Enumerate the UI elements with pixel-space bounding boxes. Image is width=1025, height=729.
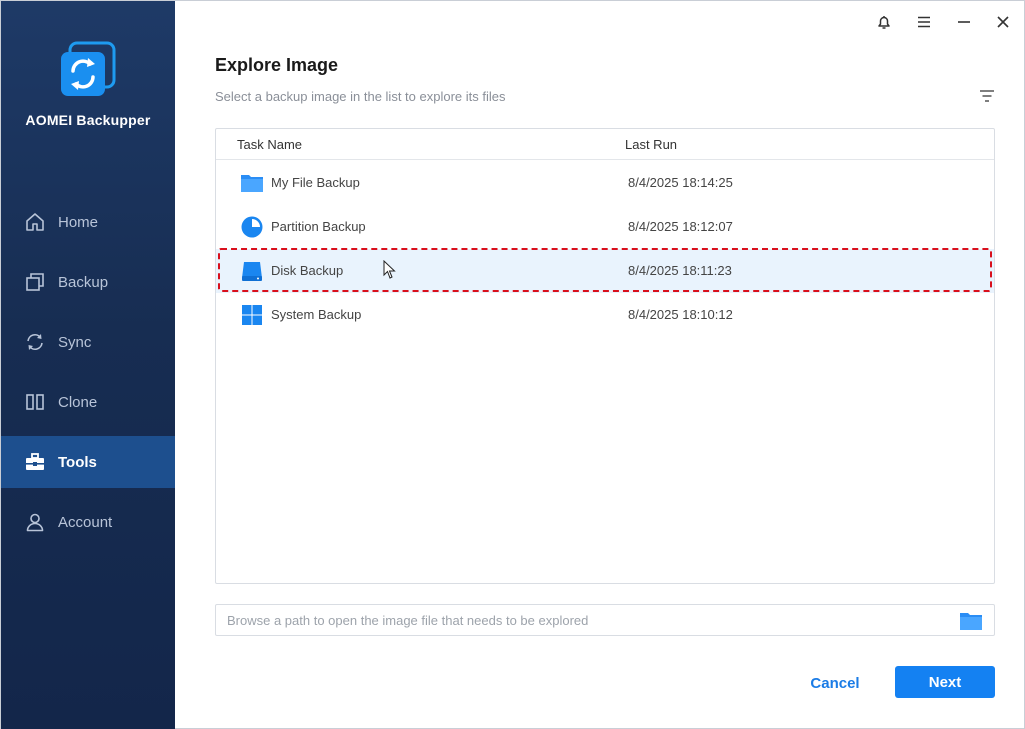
sidebar: AOMEI Backupper Home Backup Sync Clone T… bbox=[1, 1, 175, 729]
task-name: Disk Backup bbox=[271, 263, 344, 278]
cancel-button[interactable]: Cancel bbox=[797, 667, 873, 699]
filter-icon[interactable] bbox=[977, 87, 997, 105]
bell-icon[interactable] bbox=[873, 11, 895, 33]
sidebar-item-backup[interactable]: Backup bbox=[1, 256, 175, 308]
minimize-icon[interactable] bbox=[953, 11, 975, 33]
sync-icon bbox=[25, 332, 45, 352]
windows-icon bbox=[241, 304, 263, 326]
image-path-field bbox=[215, 604, 995, 636]
menu-icon[interactable] bbox=[913, 11, 935, 33]
sidebar-item-tools[interactable]: Tools bbox=[1, 436, 175, 488]
clone-icon bbox=[25, 392, 45, 412]
task-name: My File Backup bbox=[271, 175, 360, 190]
sidebar-item-sync[interactable]: Sync bbox=[1, 316, 175, 368]
column-header-last-run[interactable]: Last Run bbox=[625, 137, 677, 152]
last-run: 8/4/2025 18:11:23 bbox=[628, 263, 732, 278]
task-name: Partition Backup bbox=[271, 219, 366, 234]
home-icon bbox=[25, 212, 45, 232]
folder-icon bbox=[241, 172, 263, 194]
backup-icon bbox=[25, 272, 45, 292]
sidebar-item-account[interactable]: Account bbox=[1, 496, 175, 548]
browse-folder-icon[interactable] bbox=[959, 610, 983, 632]
table-row-selected[interactable]: Disk Backup 8/4/2025 18:11:23 bbox=[216, 249, 994, 293]
backup-task-list: Task Name Last Run My File Backup 8/4/20… bbox=[215, 128, 995, 584]
sidebar-item-label: Backup bbox=[58, 273, 109, 291]
task-name: System Backup bbox=[271, 307, 362, 322]
image-path-input[interactable] bbox=[216, 605, 956, 635]
table-row[interactable]: System Backup 8/4/2025 18:10:12 bbox=[216, 293, 994, 337]
close-icon[interactable] bbox=[992, 11, 1014, 33]
table-row[interactable]: My File Backup 8/4/2025 18:14:25 bbox=[216, 161, 994, 205]
account-icon bbox=[25, 512, 45, 532]
last-run: 8/4/2025 18:10:12 bbox=[628, 307, 733, 322]
tools-icon bbox=[25, 452, 45, 472]
mouse-cursor-icon bbox=[383, 259, 397, 280]
last-run: 8/4/2025 18:14:25 bbox=[628, 175, 733, 190]
page-title: Explore Image bbox=[215, 55, 339, 75]
disk-icon bbox=[241, 260, 263, 282]
next-button[interactable]: Next bbox=[895, 666, 995, 698]
app-name: AOMEI Backupper bbox=[25, 112, 151, 128]
sidebar-item-label: Clone bbox=[58, 393, 98, 411]
page-subtitle: Select a backup image in the list to exp… bbox=[215, 89, 506, 104]
sidebar-item-clone[interactable]: Clone bbox=[1, 376, 175, 428]
table-row[interactable]: Partition Backup 8/4/2025 18:12:07 bbox=[216, 205, 994, 249]
aomei-logo-icon bbox=[58, 41, 118, 101]
sidebar-item-label: Tools bbox=[58, 453, 97, 471]
column-header-task-name[interactable]: Task Name bbox=[237, 137, 302, 152]
sidebar-item-home[interactable]: Home bbox=[1, 196, 175, 248]
partition-icon bbox=[241, 216, 263, 238]
sidebar-item-label: Account bbox=[58, 513, 113, 531]
sidebar-item-label: Home bbox=[58, 213, 99, 231]
list-header: Task Name Last Run bbox=[216, 129, 994, 160]
sidebar-item-label: Sync bbox=[58, 333, 92, 351]
last-run: 8/4/2025 18:12:07 bbox=[628, 219, 733, 234]
app-window: AOMEI Backupper Home Backup Sync Clone T… bbox=[0, 0, 1025, 729]
